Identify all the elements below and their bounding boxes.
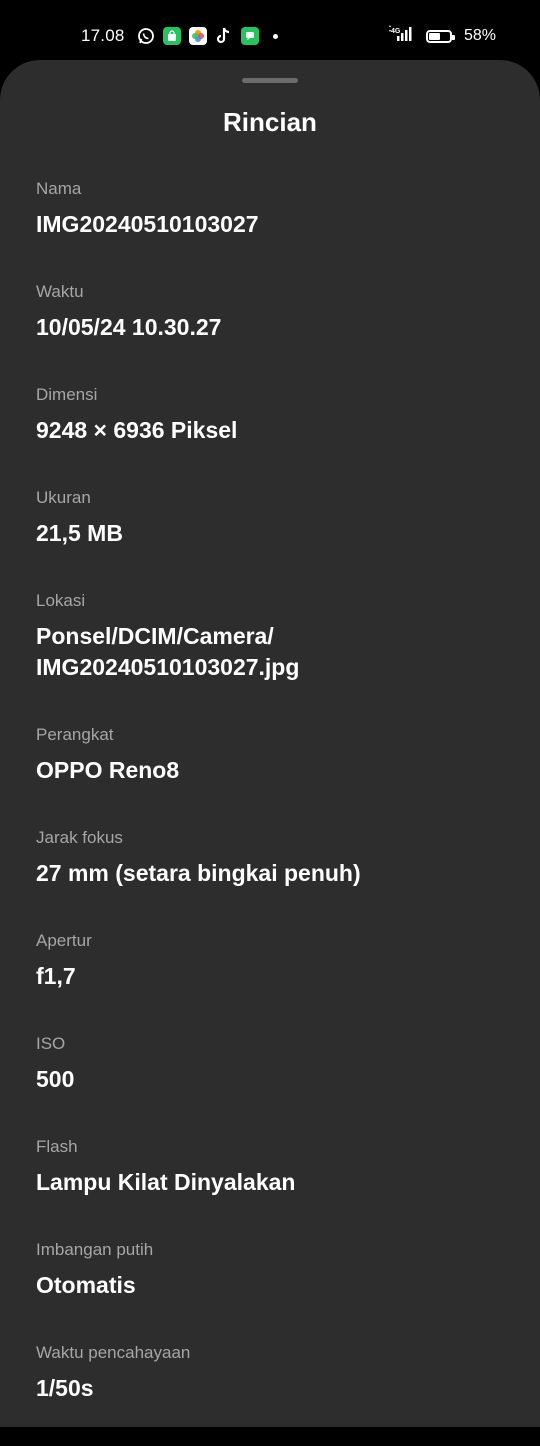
detail-row: Nama IMG20240510103027 bbox=[36, 179, 506, 240]
detail-value: 27 mm (setara bingkai penuh) bbox=[36, 860, 361, 886]
detail-row: Apertur f1,7 bbox=[36, 931, 506, 992]
detail-row: Perangkat OPPO Reno8 bbox=[36, 725, 506, 786]
notification-icons bbox=[137, 26, 278, 46]
detail-value: f1,7 bbox=[36, 963, 76, 989]
detail-row: Lokasi Ponsel/DCIM/Camera/ IMG20240510103… bbox=[36, 591, 506, 683]
detail-row: Ukuran 21,5 MB bbox=[36, 488, 506, 549]
detail-value: 10/05/24 10.30.27 bbox=[36, 314, 222, 340]
detail-row: Waktu pencahayaan 1/50s bbox=[36, 1343, 506, 1404]
detail-value: 21,5 MB bbox=[36, 520, 123, 546]
network-type: 4G bbox=[391, 28, 401, 35]
detail-label: Waktu pencahayaan bbox=[36, 1343, 191, 1362]
detail-label: Flash bbox=[36, 1137, 78, 1156]
shopping-bag-icon bbox=[163, 27, 181, 45]
detail-value: IMG20240510103027 bbox=[36, 211, 259, 237]
photos-icon bbox=[189, 27, 207, 45]
whatsapp-icon bbox=[137, 27, 155, 45]
detail-row: Waktu 10/05/24 10.30.27 bbox=[36, 282, 506, 343]
signal-icon: 4G bbox=[388, 24, 412, 48]
more-notifications-dot bbox=[273, 33, 278, 39]
detail-label: ISO bbox=[36, 1034, 66, 1053]
battery-icon bbox=[425, 29, 455, 43]
detail-label: Nama bbox=[36, 179, 82, 198]
details-sheet: Rincian Nama IMG20240510103027 Waktu 10/05/… bbox=[0, 60, 540, 1427]
battery-level bbox=[428, 32, 440, 40]
detail-value: 500 bbox=[36, 1066, 75, 1092]
detail-row: Dimensi 9248 × 6936 Piksel bbox=[36, 385, 506, 446]
detail-row: ISO 500 bbox=[36, 1034, 506, 1095]
status-time: 17.08 bbox=[81, 26, 125, 45]
detail-value: Ponsel/DCIM/Camera/ IMG20240510103027.jp… bbox=[36, 623, 300, 680]
battery-percent: 58% bbox=[463, 27, 496, 44]
sheet-title: Rincian bbox=[223, 107, 317, 137]
status-bar: 17.08 4G 58% bbox=[0, 0, 540, 62]
detail-label: Apertur bbox=[36, 931, 92, 950]
detail-row: Flash Lampu Kilat Dinyalakan bbox=[36, 1137, 506, 1198]
detail-row: Imbangan putih Otomatis bbox=[36, 1240, 506, 1301]
detail-value: Lampu Kilat Dinyalakan bbox=[36, 1169, 296, 1195]
tiktok-icon bbox=[215, 27, 233, 45]
detail-label: Imbangan putih bbox=[36, 1240, 154, 1259]
detail-label: Dimensi bbox=[36, 385, 98, 404]
details-list: Nama IMG20240510103027 Waktu 10/05/24 10.30… bbox=[36, 179, 506, 1446]
detail-label: Ukuran bbox=[36, 488, 91, 507]
detail-label: Waktu bbox=[36, 282, 84, 301]
drag-handle[interactable] bbox=[242, 78, 298, 83]
detail-value: Otomatis bbox=[36, 1272, 136, 1298]
detail-value: 1/50s bbox=[36, 1375, 94, 1401]
detail-label: Perangkat bbox=[36, 725, 114, 744]
detail-row: Jarak fokus 27 mm (setara bingkai penuh) bbox=[36, 828, 506, 889]
detail-label: Jarak fokus bbox=[36, 828, 123, 847]
detail-value: 9248 × 6936 Piksel bbox=[36, 417, 238, 443]
status-right: 4G 58% bbox=[388, 24, 496, 48]
messages-icon bbox=[241, 27, 259, 45]
detail-label: Lokasi bbox=[36, 591, 86, 610]
detail-value: OPPO Reno8 bbox=[36, 757, 180, 783]
